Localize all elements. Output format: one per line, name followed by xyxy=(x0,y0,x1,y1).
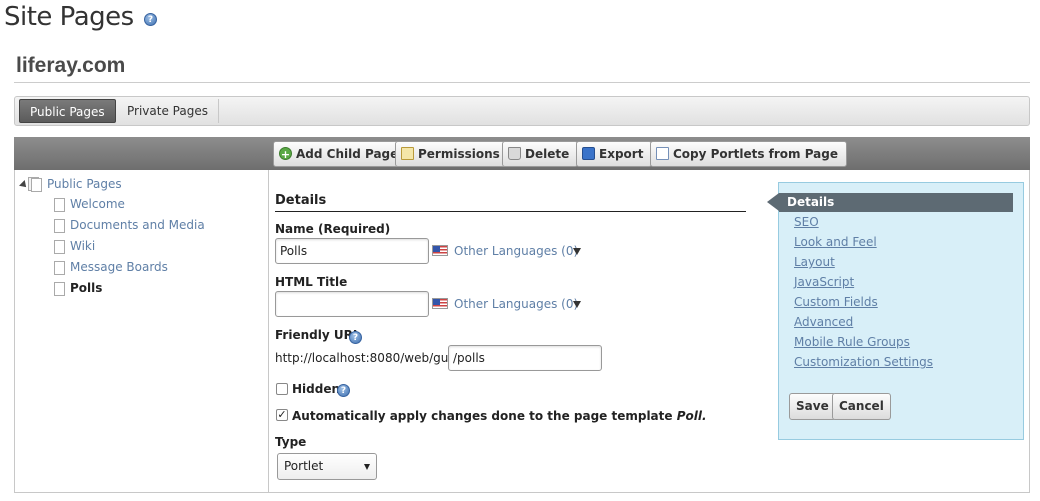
tree-item-label[interactable]: Wiki xyxy=(70,239,95,253)
page-icon xyxy=(54,260,65,275)
pages-tab-bar: Public Pages Private Pages xyxy=(14,96,1030,126)
auto-apply-text: Automatically apply changes done to the … xyxy=(292,409,673,423)
copy-icon xyxy=(656,147,669,160)
nav-link-custom-fields[interactable]: Custom Fields xyxy=(794,295,878,309)
copy-portlets-button[interactable]: Copy Portlets from Page xyxy=(650,141,848,167)
us-flag-icon xyxy=(432,298,448,309)
page-icon xyxy=(54,281,65,296)
chevron-down-icon xyxy=(364,464,370,470)
hidden-checkbox[interactable] xyxy=(276,383,288,395)
section-divider xyxy=(275,211,746,212)
tree-root[interactable]: Public Pages xyxy=(19,176,122,192)
export-button[interactable]: Export xyxy=(576,141,653,167)
name-input[interactable] xyxy=(275,238,429,264)
tree-item-label[interactable]: Message Boards xyxy=(70,260,168,274)
permissions-icon xyxy=(401,147,414,160)
friendly-url-input[interactable] xyxy=(448,345,602,371)
nav-link-seo[interactable]: SEO xyxy=(794,215,819,229)
permissions-label: Permissions xyxy=(418,147,500,161)
export-icon xyxy=(582,147,595,160)
export-label: Export xyxy=(599,147,644,161)
name-other-languages-link[interactable]: Other Languages (0) xyxy=(454,244,578,258)
type-label: Type xyxy=(275,435,307,449)
tree-item-documents-and-media[interactable]: Documents and Media xyxy=(54,218,205,233)
html-title-label: HTML Title xyxy=(275,275,348,289)
tree-item-label[interactable]: Documents and Media xyxy=(70,218,205,232)
tab-public-pages[interactable]: Public Pages xyxy=(19,99,116,123)
type-select-value: Portlet xyxy=(284,459,324,473)
add-child-page-button[interactable]: + Add Child Page xyxy=(273,141,408,167)
section-title: Details xyxy=(275,193,327,208)
site-divider xyxy=(14,82,1030,83)
permissions-button[interactable]: Permissions xyxy=(395,141,509,167)
help-icon[interactable]: ? xyxy=(144,13,157,26)
name-label: Name (Required) xyxy=(275,222,391,236)
help-icon[interactable]: ? xyxy=(349,331,362,344)
friendly-url-label: Friendly URL xyxy=(275,328,361,342)
page-icon xyxy=(54,197,65,212)
chevron-down-icon[interactable] xyxy=(573,301,581,308)
tree-item-label[interactable]: Welcome xyxy=(70,197,125,211)
tree-item-wiki[interactable]: Wiki xyxy=(54,239,95,254)
site-name: liferay.com xyxy=(16,54,126,77)
delete-button[interactable]: Delete xyxy=(502,141,579,167)
nav-link-layout[interactable]: Layout xyxy=(794,255,835,269)
auto-apply-checkbox[interactable]: ✓ xyxy=(276,409,288,421)
tree-item-polls[interactable]: Polls xyxy=(54,281,102,296)
page-title: Site Pages xyxy=(4,2,134,32)
html-title-other-languages-link[interactable]: Other Languages (0) xyxy=(454,297,578,311)
nav-item-details[interactable]: Details xyxy=(779,193,1013,212)
add-child-page-label: Add Child Page xyxy=(296,147,399,161)
nav-link-look-and-feel[interactable]: Look and Feel xyxy=(794,235,877,249)
auto-apply-label: Automatically apply changes done to the … xyxy=(292,409,707,423)
pages-icon xyxy=(28,176,42,192)
add-icon: + xyxy=(279,147,292,161)
tree-item-label[interactable]: Polls xyxy=(70,281,102,295)
nav-link-mobile-rule-groups[interactable]: Mobile Rule Groups xyxy=(794,335,910,349)
active-section-pointer xyxy=(767,193,779,211)
copy-portlets-label: Copy Portlets from Page xyxy=(673,147,839,161)
page-icon xyxy=(54,218,65,233)
type-select[interactable]: Portlet xyxy=(277,453,377,480)
html-title-input[interactable] xyxy=(275,291,429,317)
collapse-arrow-icon[interactable] xyxy=(19,179,29,190)
tab-private-pages[interactable]: Private Pages xyxy=(117,99,219,123)
tree-item-message-boards[interactable]: Message Boards xyxy=(54,260,168,275)
tree-item-welcome[interactable]: Welcome xyxy=(54,197,125,212)
hidden-label: Hidden xyxy=(292,382,341,396)
help-icon[interactable]: ? xyxy=(337,384,350,397)
chevron-down-icon[interactable] xyxy=(573,248,581,255)
nav-link-advanced[interactable]: Advanced xyxy=(794,315,853,329)
friendly-url-prefix: http://localhost:8080/web/guest xyxy=(275,351,467,365)
us-flag-icon xyxy=(432,245,448,256)
tree-root-link[interactable]: Public Pages xyxy=(47,177,122,191)
tree-divider xyxy=(268,170,269,493)
cancel-button[interactable]: Cancel xyxy=(832,393,891,420)
delete-label: Delete xyxy=(525,147,570,161)
save-button[interactable]: Save xyxy=(789,393,836,420)
nav-link-customization-settings[interactable]: Customization Settings xyxy=(794,355,933,369)
template-name: Poll. xyxy=(676,409,707,423)
page-icon xyxy=(54,239,65,254)
nav-link-javascript[interactable]: JavaScript xyxy=(794,275,854,289)
trash-icon xyxy=(508,147,521,160)
